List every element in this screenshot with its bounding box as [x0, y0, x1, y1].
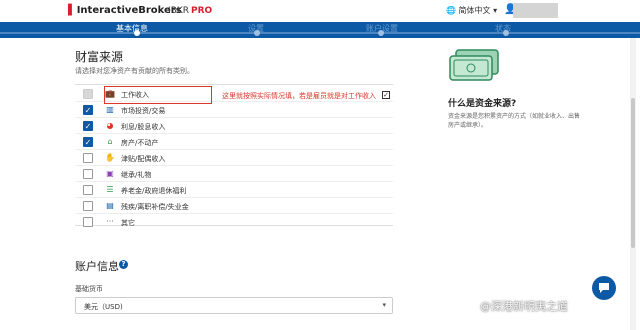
list-item[interactable]: ▣ 继承/礼物 [75, 166, 393, 182]
list-item[interactable]: ··· 其它 [75, 214, 393, 230]
globe-icon: 🌐 [446, 6, 456, 15]
language-selector[interactable]: 🌐 简体中文 ▾ [446, 5, 497, 16]
step-dot [254, 30, 260, 36]
account-info-title: 账户信息 [75, 260, 119, 273]
chat-button[interactable] [592, 276, 616, 300]
base-currency-select[interactable]: 美元（USD) ▾ [75, 297, 393, 314]
checkbox[interactable] [83, 201, 93, 211]
gift-icon: ▣ [106, 169, 114, 178]
list-item[interactable]: ☰ 养老金/政府退休福利 [75, 182, 393, 198]
annotation-note: 这里就按照实际情况填，若是雇员就是对工作收入 [222, 92, 376, 100]
list-item[interactable]: ✓ ◕ 利息/股息收入 [75, 118, 393, 134]
watermark: @深港新明夷之道 [480, 300, 568, 313]
scrollbar[interactable] [630, 38, 636, 330]
progress-line [0, 32, 640, 34]
scrollbar-thumb[interactable] [631, 98, 635, 248]
highlight-box [104, 86, 212, 104]
product-name: IBKR PRO [168, 6, 213, 16]
list-item[interactable]: ▤ 残疾/离职补偿/失业金 [75, 198, 393, 214]
user-name-redacted [513, 3, 558, 18]
checkbox[interactable] [83, 185, 93, 195]
checkbox[interactable] [83, 153, 93, 163]
chat-icon [599, 283, 609, 293]
step-dot [378, 30, 384, 36]
base-currency-label: 基础货币 [75, 285, 103, 293]
brand-logo[interactable]: ▌InteractiveBrokers [68, 5, 182, 16]
chevron-down-icon: ▾ [493, 6, 498, 15]
list-item[interactable]: ✋ 津贴/配偶收入 [75, 150, 393, 166]
wealth-source-title: 财富来源 [75, 50, 124, 64]
checkbox[interactable]: ✓ [83, 105, 93, 115]
base-currency-value: 美元（USD) [84, 303, 123, 311]
checkbox[interactable] [83, 217, 93, 227]
wealth-source-list: 💼 工作收入 ✓ ▥ 市场投资/交易 ✓ ◕ 利息/股息收入 ✓ ⌂ 房产/不动… [75, 84, 393, 227]
wealth-source-subtitle: 请选择对您净资产有贡献的所有类别。 [75, 67, 194, 75]
step-dot [503, 30, 509, 36]
checkbox[interactable] [83, 169, 93, 179]
checkbox[interactable]: ✓ [83, 121, 93, 131]
top-bar: ▌InteractiveBrokers IBKR PRO 🌐 简体中文 ▾ 👤 [0, 0, 640, 22]
step-progress-bar: 基本信息 设置 账户设置 状态 [0, 22, 640, 38]
id-card-icon: ▤ [106, 201, 114, 210]
list-item[interactable]: ✓ ▥ 市场投资/交易 [75, 102, 393, 118]
brand-flame-icon: ▌ [68, 5, 76, 16]
chart-icon: ▥ [106, 105, 114, 114]
help-icon[interactable]: ? [119, 260, 128, 269]
chevron-down-icon: ▾ [382, 301, 386, 309]
home-icon: ⌂ [107, 137, 113, 146]
annotation-check-icon: ✓ [382, 91, 390, 99]
pie-icon: ◕ [106, 121, 114, 130]
sidebar-description: 资金来源是您积累资产的方式（如就业收入、出售房产或继承）。 [448, 113, 581, 129]
money-stack-icon [449, 49, 499, 81]
sidebar-title: 什么是资金来源? [448, 99, 517, 109]
list-item[interactable]: ✓ ⌂ 房产/不动产 [75, 134, 393, 150]
pension-icon: ☰ [106, 185, 114, 194]
checkbox[interactable] [83, 89, 93, 99]
step-dot-active [134, 30, 140, 36]
more-icon: ··· [106, 217, 114, 226]
money-icon: ✋ [105, 153, 115, 162]
checkbox[interactable]: ✓ [83, 137, 93, 147]
